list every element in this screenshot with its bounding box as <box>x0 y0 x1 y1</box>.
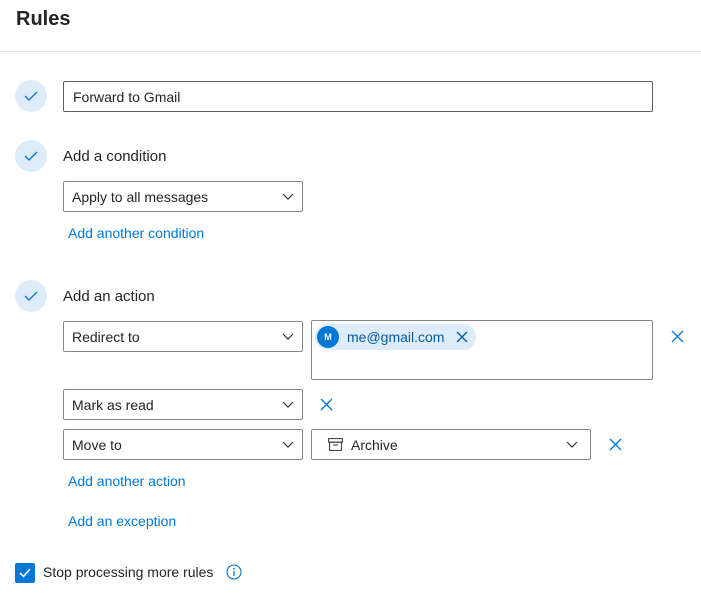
folder-label: Archive <box>351 436 398 453</box>
action-dropdown-move[interactable]: Move to <box>63 429 303 460</box>
action-dropdown-mark-read[interactable]: Mark as read <box>63 389 303 420</box>
close-icon <box>320 398 332 410</box>
remove-action-redirect-button[interactable] <box>669 328 685 344</box>
folder-dropdown[interactable]: Archive <box>311 429 591 460</box>
action-dropdown-redirect[interactable]: Redirect to <box>63 321 303 352</box>
rule-name-input[interactable]: Forward to Gmail <box>63 81 653 112</box>
condition-heading: Add a condition <box>63 148 167 165</box>
header: Rules <box>0 0 701 52</box>
add-exception-link[interactable]: Add an exception <box>68 513 176 529</box>
archive-icon <box>328 438 343 451</box>
avatar: M <box>317 326 339 348</box>
rule-name-value: Forward to Gmail <box>73 88 181 105</box>
action-selected: Redirect to <box>72 328 140 345</box>
condition-selected: Apply to all messages <box>72 188 209 205</box>
chevron-down-icon <box>566 441 578 448</box>
checkmark-icon <box>19 568 31 578</box>
chevron-down-icon <box>282 401 294 408</box>
add-another-condition-link[interactable]: Add another condition <box>68 225 204 241</box>
close-icon <box>609 438 621 450</box>
remove-action-mark-read-button[interactable] <box>318 396 334 412</box>
action-heading: Add an action <box>63 288 155 305</box>
recipient-input[interactable]: M me@gmail.com <box>311 320 653 380</box>
stop-processing-label[interactable]: Stop processing more rules <box>43 564 213 580</box>
chevron-down-icon <box>282 193 294 200</box>
condition-dropdown[interactable]: Apply to all messages <box>63 181 303 212</box>
step-action-check-icon <box>15 280 47 312</box>
page-title: Rules <box>16 8 71 30</box>
chevron-down-icon <box>282 333 294 340</box>
info-icon[interactable] <box>226 564 242 580</box>
folder-selected: Archive <box>328 437 398 453</box>
action-selected: Move to <box>72 436 122 453</box>
action-selected: Mark as read <box>72 396 154 413</box>
chevron-down-icon <box>282 441 294 448</box>
stop-processing-checkbox[interactable] <box>15 563 35 583</box>
recipient-chip[interactable]: M me@gmail.com <box>315 324 477 350</box>
step-condition-check-icon <box>15 140 47 172</box>
add-another-action-link[interactable]: Add another action <box>68 473 186 489</box>
close-icon <box>671 330 683 342</box>
recipient-email: me@gmail.com <box>347 329 445 345</box>
remove-action-move-button[interactable] <box>607 436 623 452</box>
step-name-check-icon <box>15 80 47 112</box>
remove-recipient-close-icon[interactable] <box>456 331 468 343</box>
